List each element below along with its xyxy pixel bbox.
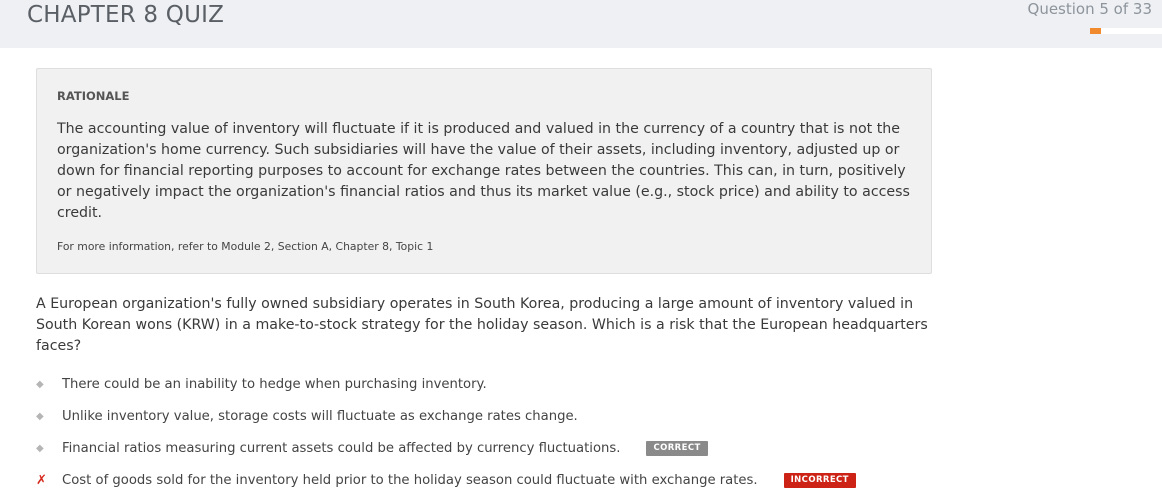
- rationale-text: The accounting value of inventory will f…: [57, 121, 910, 221]
- answer-option[interactable]: ◆ Financial ratios measuring current ass…: [36, 438, 708, 458]
- question-text: A European organization's fully owned su…: [36, 296, 928, 354]
- rationale-panel: RATIONALE The accounting value of invent…: [36, 68, 932, 274]
- diamond-bullet-icon: ◆: [36, 442, 44, 454]
- question-counter: Question 5 of 33: [1027, 0, 1152, 18]
- diamond-bullet-icon: ◆: [36, 378, 44, 390]
- answer-option-text: Unlike inventory value, storage costs wi…: [62, 408, 578, 424]
- correct-badge: CORRECT: [646, 440, 708, 456]
- answer-option[interactable]: ✗ Cost of goods sold for the inventory h…: [36, 470, 856, 490]
- x-mark-icon: ✗: [36, 472, 47, 488]
- progress-bar-fill: [1090, 28, 1101, 34]
- incorrect-badge: INCORRECT: [783, 472, 856, 488]
- rationale-heading: RATIONALE: [57, 89, 130, 103]
- answer-option-text: Cost of goods sold for the inventory hel…: [62, 472, 758, 488]
- quiz-header: CHAPTER 8 QUIZ Question 5 of 33: [0, 0, 1162, 48]
- answer-option[interactable]: ◆ There could be an inability to hedge w…: [36, 374, 487, 394]
- quiz-title: CHAPTER 8 QUIZ: [27, 2, 225, 28]
- answer-option-text: There could be an inability to hedge whe…: [62, 376, 487, 392]
- answer-option-text: Financial ratios measuring current asset…: [62, 440, 621, 456]
- rationale-reference: For more information, refer to Module 2,…: [57, 240, 434, 253]
- diamond-bullet-icon: ◆: [36, 410, 44, 422]
- progress-bar: [1090, 28, 1162, 34]
- answer-option[interactable]: ◆ Unlike inventory value, storage costs …: [36, 406, 578, 426]
